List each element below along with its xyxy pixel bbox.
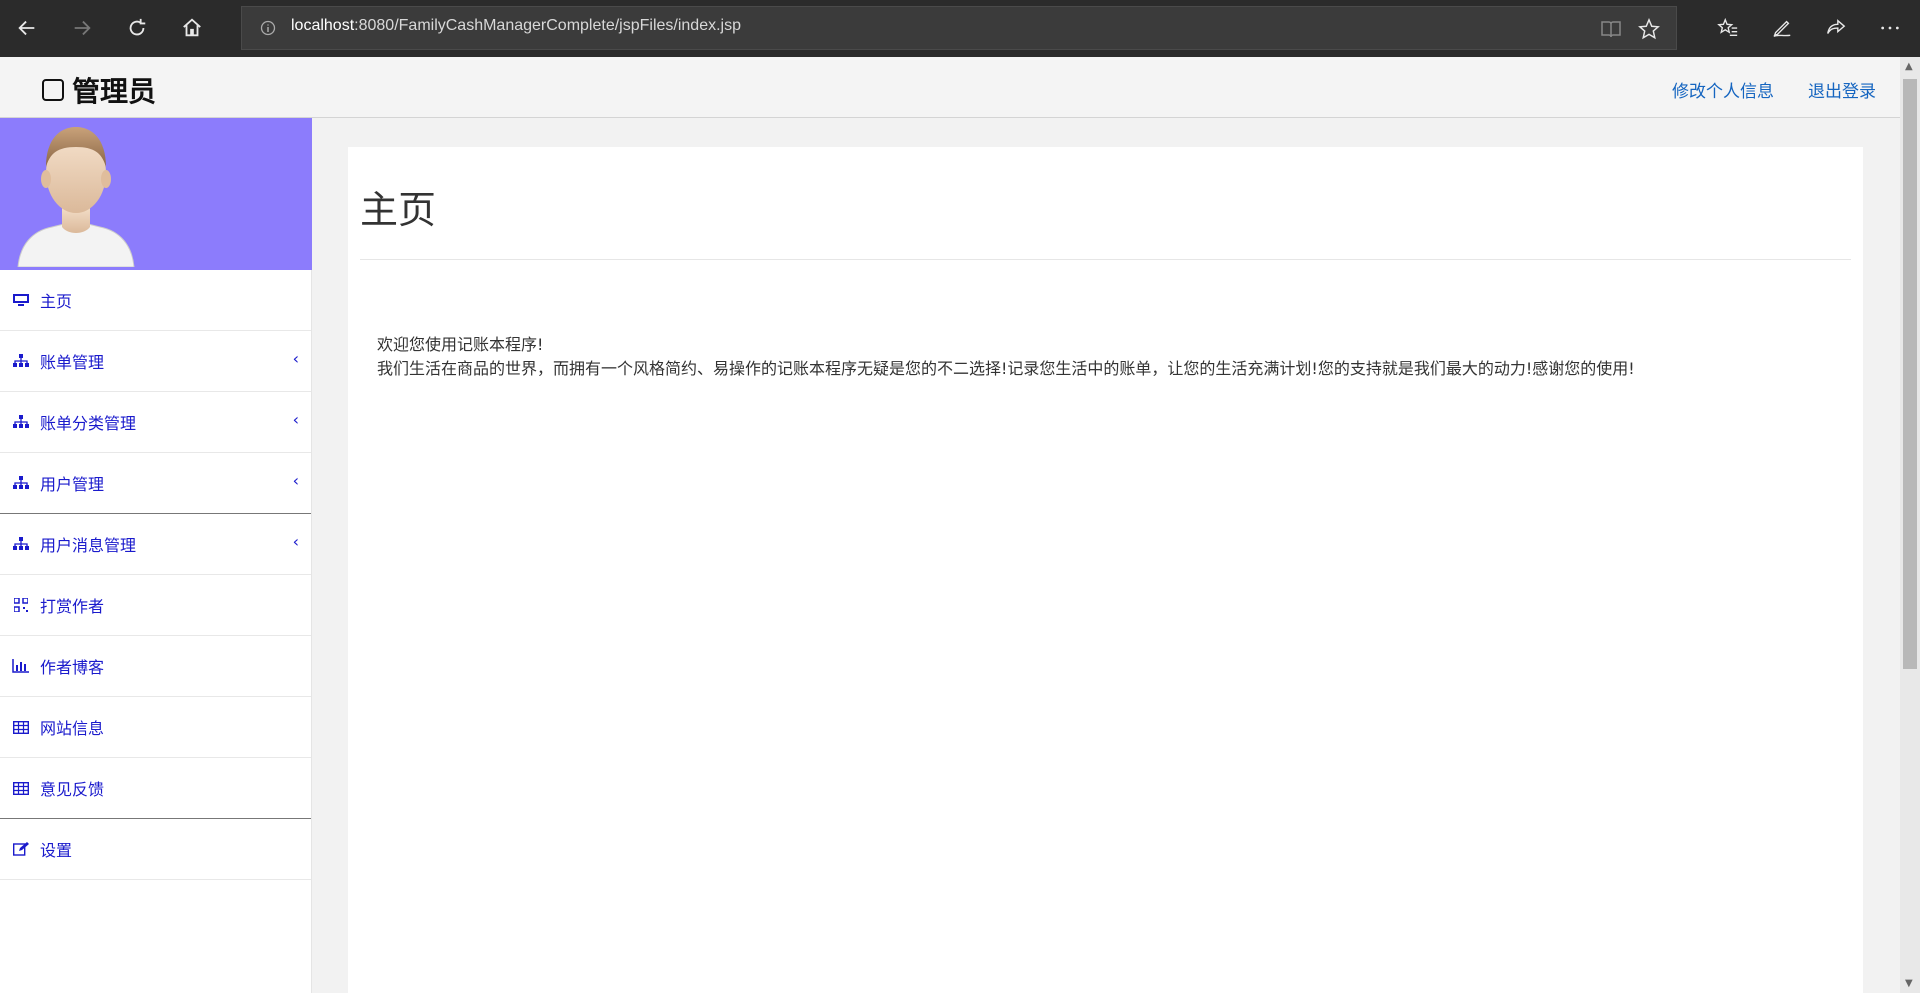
refresh-icon (129, 18, 146, 36)
reading-view-icon[interactable] (1600, 19, 1622, 39)
sidebar-item-donate[interactable]: 打赏作者 (0, 575, 311, 636)
square-icon (42, 79, 64, 101)
favorite-star-icon[interactable] (1638, 18, 1660, 40)
scroll-down-icon[interactable]: ▼ (1905, 978, 1913, 989)
welcome-line-2: 我们生活在商品的世界，而拥有一个风格简约、易操作的记账本程序无疑是您的不二选择!… (377, 359, 1635, 378)
sidebar-item-label: 用户消息管理 (40, 536, 137, 555)
url-path: :8080/FamilyCashManagerComplete/jspFiles… (354, 17, 741, 34)
sidebar-item-feedback[interactable]: 意见反馈 (0, 758, 311, 819)
edit-icon (12, 841, 30, 857)
monitor-icon (12, 292, 30, 308)
chevron-left-icon: ‹ (292, 471, 299, 490)
qrcode-icon (12, 597, 30, 613)
chevron-left-icon: ‹ (292, 349, 299, 368)
scroll-thumb[interactable] (1903, 79, 1917, 669)
title-divider (360, 259, 1851, 260)
sidebar-item-users[interactable]: 用户管理 ‹ (0, 453, 311, 514)
page-title: 主页 (360, 188, 437, 232)
refresh-button[interactable] (119, 10, 155, 46)
sidebar-item-label: 网站信息 (40, 719, 105, 738)
welcome-line-1: 欢迎您使用记账本程序! (377, 335, 544, 354)
chevron-left-icon: ‹ (292, 410, 299, 429)
page-header: 管理员 修改个人信息 退出登录 (0, 57, 1900, 118)
avatar-panel (0, 118, 312, 270)
sidebar-item-label: 账单管理 (40, 353, 105, 372)
pen-icon (1773, 20, 1791, 37)
sidebar-item-label: 意见反馈 (40, 780, 105, 799)
back-button[interactable] (9, 10, 45, 46)
sidebar-item-bill-categories[interactable]: 账单分类管理 ‹ (0, 392, 311, 453)
scroll-up-icon[interactable]: ▲ (1905, 61, 1913, 72)
favorites-list-button[interactable] (1710, 10, 1746, 46)
sidebar-item-user-messages[interactable]: 用户消息管理 ‹ (0, 514, 311, 575)
page-scrollbar[interactable]: ▲ ▼ (1900, 57, 1920, 993)
sidebar-item-author-blog[interactable]: 作者博客 (0, 636, 311, 697)
sidebar-item-label: 主页 (40, 292, 73, 311)
share-button[interactable] (1818, 10, 1854, 46)
table-icon (12, 719, 30, 735)
bar-chart-icon (12, 658, 30, 674)
sidebar-item-label: 设置 (40, 841, 73, 860)
ellipsis-icon (1881, 26, 1899, 30)
notes-button[interactable] (1764, 10, 1800, 46)
avatar (17, 127, 135, 267)
sitemap-icon (12, 536, 30, 552)
sitemap-icon (12, 475, 30, 491)
brand[interactable]: 管理员 (42, 70, 156, 110)
back-arrow-icon (18, 20, 35, 36)
url-text[interactable]: localhost:8080/FamilyCashManagerComplete… (291, 17, 741, 35)
home-button[interactable] (174, 10, 210, 46)
sidebar-item-home[interactable]: 主页 (0, 270, 311, 331)
url-host: localhost (291, 17, 355, 34)
sitemap-icon (12, 414, 30, 430)
logout-link[interactable]: 退出登录 (1808, 77, 1876, 102)
sidebar-item-site-info[interactable]: 网站信息 (0, 697, 311, 758)
sidebar-item-bills[interactable]: 账单管理 ‹ (0, 331, 311, 392)
browser-toolbar: localhost:8080/FamilyCashManagerComplete… (0, 0, 1920, 57)
sidebar-item-label: 用户管理 (40, 475, 105, 494)
sidebar-item-label: 打赏作者 (40, 597, 105, 616)
share-icon (1827, 19, 1846, 34)
sidebar-item-settings[interactable]: 设置 (0, 819, 311, 880)
favorites-list-icon (1717, 17, 1738, 37)
welcome-text: 欢迎您使用记账本程序! 我们生活在商品的世界，而拥有一个风格简约、易操作的记账本… (377, 333, 1635, 381)
sidebar-item-label: 作者博客 (40, 658, 105, 677)
sidebar: 主页 账单管理 ‹ 账单分类管理 ‹ 用户管理 ‹ 用户消息管理 ‹ 打赏作者 (0, 118, 312, 993)
chevron-left-icon: ‹ (292, 532, 299, 551)
home-icon (183, 18, 201, 37)
forward-button[interactable] (64, 10, 100, 46)
edit-profile-link[interactable]: 修改个人信息 (1672, 77, 1774, 102)
forward-arrow-icon (74, 20, 91, 36)
main-content: 主页 欢迎您使用记账本程序! 我们生活在商品的世界，而拥有一个风格简约、易操作的… (348, 147, 1863, 993)
info-icon[interactable] (260, 20, 276, 36)
sidebar-item-label: 账单分类管理 (40, 414, 137, 433)
table-icon (12, 780, 30, 796)
more-button[interactable] (1872, 10, 1908, 46)
address-bar[interactable]: localhost:8080/FamilyCashManagerComplete… (241, 6, 1677, 50)
brand-title: 管理员 (72, 75, 157, 108)
sitemap-icon (12, 353, 30, 369)
